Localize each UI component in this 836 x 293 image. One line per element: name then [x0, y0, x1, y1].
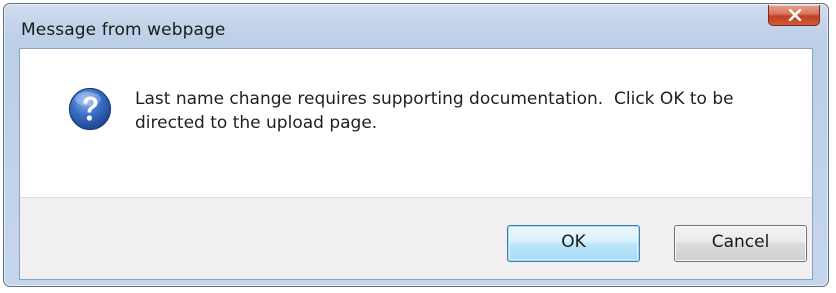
dialog-content: Last name change requires supporting doc… [19, 48, 813, 280]
button-area: OK Cancel [20, 197, 812, 279]
dialog-title: Message from webpage [21, 20, 226, 40]
message-line-1: Last name change requires supporting doc… [135, 89, 734, 109]
close-button[interactable] [768, 5, 820, 26]
title-bar[interactable]: Message from webpage [4, 4, 828, 54]
dialog-window: Message from webpage Last name change re… [3, 3, 829, 287]
close-icon [788, 9, 802, 21]
cancel-button[interactable]: Cancel [674, 225, 807, 262]
ok-button[interactable]: OK [507, 225, 640, 262]
message-area: Last name change requires supporting doc… [20, 49, 812, 197]
message-text: Last name change requires supporting doc… [135, 87, 795, 135]
message-line-2: directed to the upload page. [135, 113, 378, 133]
question-icon [68, 87, 112, 131]
